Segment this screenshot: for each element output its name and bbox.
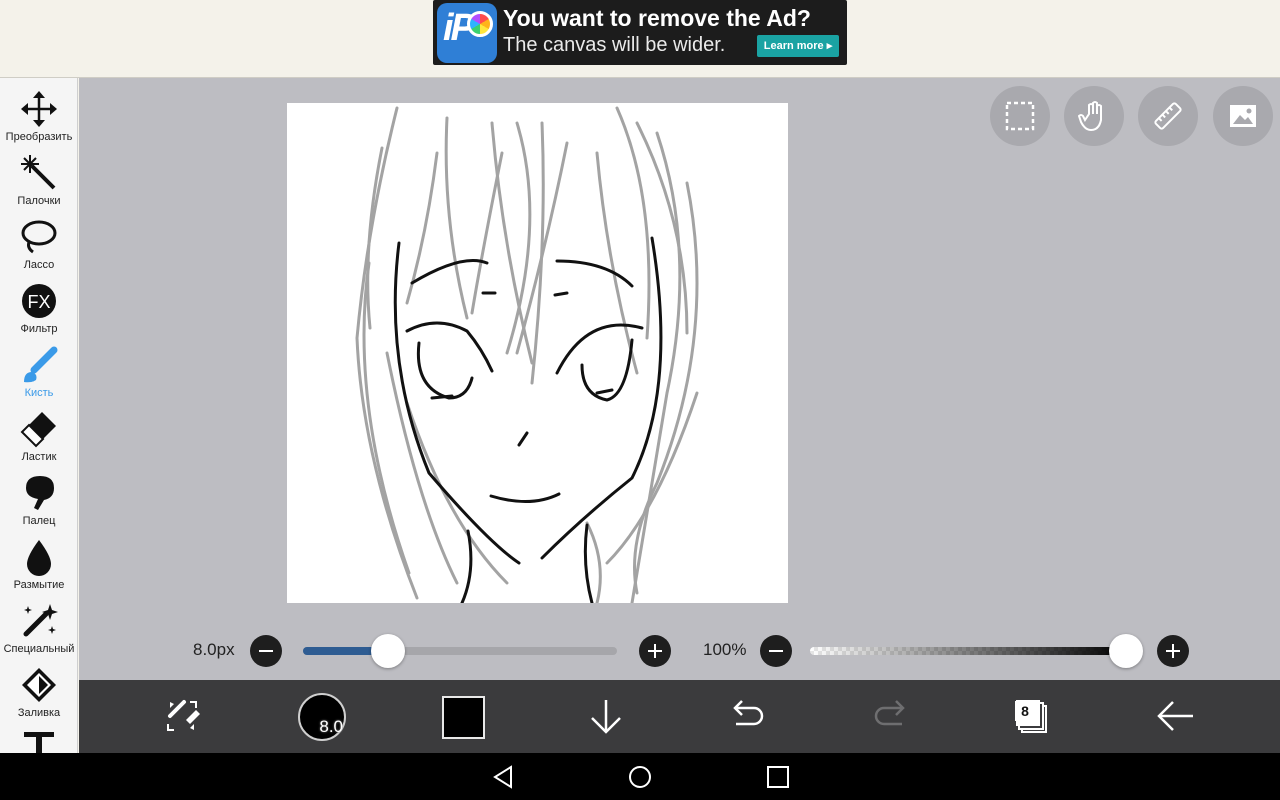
tool-transform[interactable]: Преобразить [0,86,77,150]
opacity-value: 100% [703,640,747,659]
back-button[interactable] [1153,694,1197,738]
tool-special[interactable]: Специальный [0,598,77,662]
tool-filter[interactable]: FX Фильтр [0,278,77,342]
swap-tool-button[interactable] [160,694,204,738]
system-navigation-bar [0,753,1280,800]
tool-palette: Преобразить Палочки Лассо FX Фильтр Кист… [0,78,78,753]
text-icon [24,732,54,753]
sketch-drawing [355,106,699,603]
ruler-button[interactable] [1138,86,1198,146]
lasso-icon [21,220,57,254]
svg-text:FX: FX [27,292,50,312]
tool-label: Палочки [17,195,61,207]
ibispaint-logo-icon: iP [437,3,497,63]
tool-label: Ластик [21,451,57,463]
tool-lasso[interactable]: Лассо [0,214,77,278]
tool-text[interactable] [0,726,77,753]
reference-image-button[interactable] [1213,86,1273,146]
back-arrow-icon [1157,701,1193,731]
redo-button[interactable] [868,694,912,738]
drawing-canvas[interactable] [287,103,788,603]
color-swatch-button[interactable] [442,696,485,739]
brush-size-decrease-button[interactable] [250,635,282,667]
hand-icon [1078,101,1102,132]
tool-label: Кисть [24,387,54,399]
tool-label: Фильтр [20,323,58,335]
undo-button[interactable] [726,694,770,738]
tool-smudge[interactable]: Палец [0,470,77,534]
opacity-decrease-button[interactable] [760,635,792,667]
tool-magic-wand[interactable]: Палочки [0,150,77,214]
tool-eraser[interactable]: Ластик [0,406,77,470]
bottom-toolbar: 8.0 8 [79,680,1280,753]
brush-size-slider-knob[interactable] [370,634,405,668]
undo-icon [733,700,764,726]
special-pen-icon [23,604,58,637]
nav-back-icon[interactable] [491,765,515,789]
opacity-slider-knob[interactable] [1109,634,1143,668]
eraser-icon [20,412,56,448]
brush-size-slider[interactable] [303,647,617,655]
magic-wand-icon [21,155,56,190]
tool-label: Специальный [3,643,75,655]
ad-learn-more-button[interactable]: Learn more ▸ [757,35,839,57]
ad-title: You want to remove the Ad? [503,5,811,31]
selection-button[interactable] [990,86,1050,146]
top-ad-bar: iP You want to remove the Ad? The canvas… [0,0,1280,78]
reference-image-icon [1230,105,1256,127]
selection-icon [1005,101,1035,131]
opacity-increase-button[interactable] [1157,635,1189,667]
fx-icon: FX [22,284,56,318]
fill-bucket-icon [22,668,56,702]
layers-button[interactable]: 8 [1010,694,1054,738]
tool-brush[interactable]: Кисть [0,342,77,406]
finger-icon [26,476,54,510]
ad-banner[interactable]: iP You want to remove the Ad? The canvas… [433,0,847,65]
redo-icon [874,700,905,726]
tool-label: Палец [22,515,56,527]
brush-preview-button[interactable]: 8.0 [298,693,346,741]
download-icon [591,700,621,734]
workspace[interactable] [79,78,1280,680]
nav-recents-icon[interactable] [766,765,790,789]
download-button[interactable] [584,694,628,738]
swap-tool-icon [167,700,200,731]
nav-home-icon[interactable] [628,765,652,789]
layers-count: 8 [1015,701,1035,721]
hand-button[interactable] [1064,86,1124,146]
brush-size-value: 8.0px [193,640,235,659]
brush-size-increase-button[interactable] [639,635,671,667]
ruler-icon [1154,102,1182,130]
brush-icon [24,346,58,383]
brush-preview-size: 8.0 [319,717,343,736]
tool-label: Преобразить [5,131,73,143]
tool-label: Размытие [13,579,65,591]
tool-label: Заливка [17,707,61,719]
tool-blur[interactable]: Размытие [0,534,77,598]
move-arrows-icon [21,91,57,127]
opacity-slider[interactable] [810,647,1126,655]
tool-fill[interactable]: Заливка [0,662,77,726]
blur-drop-icon [27,540,51,576]
ad-subtitle: The canvas will be wider. [503,34,726,56]
tool-label: Лассо [23,259,55,271]
